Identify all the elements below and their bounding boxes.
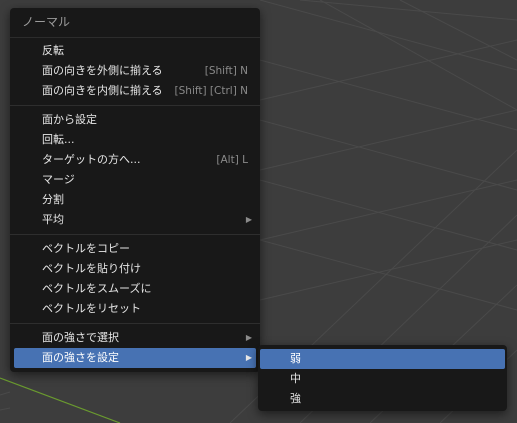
menu-item-label: 面の向きを内側に揃える (42, 84, 163, 97)
menu-item-label: 面の向きを外側に揃える (42, 64, 163, 77)
menu-item-rotate[interactable]: 回転... (14, 130, 256, 150)
submenu-item-weak[interactable]: 弱 (260, 349, 505, 369)
menu-item-recalc-outside[interactable]: 面の向きを外側に揃える [Shift] N (14, 61, 256, 81)
menu-item-label: ベクトルをスムーズに (42, 282, 152, 295)
menu-item-recalc-inside[interactable]: 面の向きを内側に揃える [Shift] [Ctrl] N (14, 81, 256, 101)
menu-separator (10, 105, 260, 106)
submenu-arrow-icon: ▶ (245, 353, 252, 362)
menu-item-label: ターゲットの方へ... (42, 153, 141, 166)
menu-item-set-face-strength[interactable]: 面の強さを設定 ▶ (14, 348, 256, 368)
submenu-item-label: 弱 (290, 352, 301, 365)
menu-item-label: 面から設定 (42, 113, 97, 126)
menu-item-label: 平均 (42, 213, 64, 226)
submenu-arrow-icon: ▶ (245, 215, 252, 224)
menu-item-reset-vector[interactable]: ベクトルをリセット (14, 299, 256, 319)
face-strength-submenu: 弱 中 強 (258, 345, 507, 411)
normal-menu: ノーマル 反転 面の向きを外側に揃える [Shift] N 面の向きを内側に揃え… (10, 8, 260, 372)
menu-item-flip[interactable]: 反転 (14, 41, 256, 61)
menu-title: ノーマル (10, 8, 260, 38)
menu-group-face-strength: 面の強さで選択 ▶ 面の強さを設定 ▶ (14, 325, 256, 371)
menu-item-select-by-face-strength[interactable]: 面の強さで選択 ▶ (14, 328, 256, 348)
menu-item-label: 面の強さで選択 (42, 331, 119, 344)
menu-item-label: 反転 (42, 44, 64, 57)
menu-item-set-from-faces[interactable]: 面から設定 (14, 110, 256, 130)
menu-item-label: マージ (42, 173, 75, 186)
menu-item-point-to-target[interactable]: ターゲットの方へ... [Alt] L (14, 150, 256, 170)
menu-item-split[interactable]: 分割 (14, 190, 256, 210)
submenu-item-medium[interactable]: 中 (260, 369, 505, 389)
menu-group-vector: ベクトルをコピー ベクトルを貼り付け ベクトルをスムーズに ベクトルをリセット (14, 236, 256, 322)
menu-item-label: 分割 (42, 193, 64, 206)
menu-item-shortcut: [Shift] N (204, 65, 248, 77)
menu-item-label: 回転... (42, 133, 75, 146)
menu-item-merge[interactable]: マージ (14, 170, 256, 190)
menu-item-smooth-vector[interactable]: ベクトルをスムーズに (14, 279, 256, 299)
menu-item-paste-vector[interactable]: ベクトルを貼り付け (14, 259, 256, 279)
submenu-arrow-icon: ▶ (245, 333, 252, 342)
menu-item-label: 面の強さを設定 (42, 351, 119, 364)
menu-item-shortcut: [Shift] [Ctrl] N (174, 85, 248, 97)
menu-item-average[interactable]: 平均 ▶ (14, 210, 256, 230)
menu-item-label: ベクトルをコピー (42, 242, 130, 255)
menu-group-set: 面から設定 回転... ターゲットの方へ... [Alt] L マージ 分割 平… (14, 107, 256, 233)
menu-item-shortcut: [Alt] L (216, 154, 248, 166)
submenu-item-label: 強 (290, 392, 301, 405)
menu-separator (10, 323, 260, 324)
menu-item-label: ベクトルをリセット (42, 302, 141, 315)
menu-group-orientation: 反転 面の向きを外側に揃える [Shift] N 面の向きを内側に揃える [Sh… (14, 38, 256, 104)
menu-item-label: ベクトルを貼り付け (42, 262, 141, 275)
menu-item-copy-vector[interactable]: ベクトルをコピー (14, 239, 256, 259)
submenu-item-label: 中 (290, 372, 301, 385)
submenu-item-strong[interactable]: 強 (260, 389, 505, 409)
menu-separator (10, 234, 260, 235)
